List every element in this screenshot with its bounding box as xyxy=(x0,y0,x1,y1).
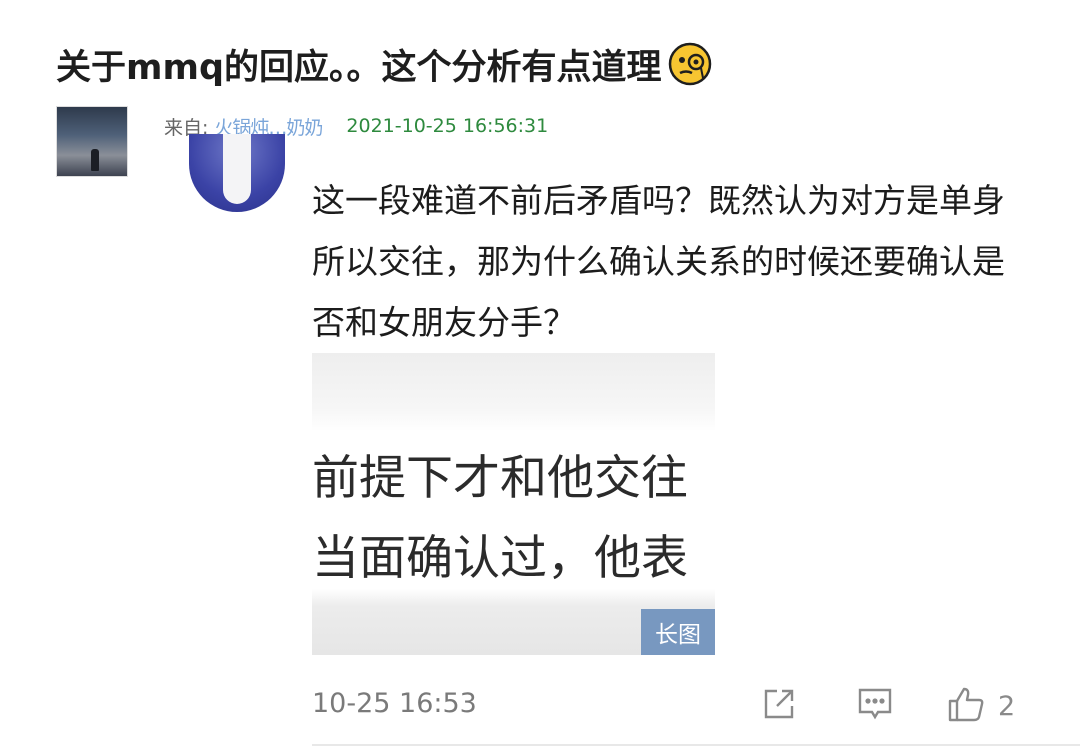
group-avatar[interactable] xyxy=(56,106,128,177)
reply-button[interactable] xyxy=(856,684,894,728)
source-timestamp: 2021-10-25 16:56:31 xyxy=(346,115,549,137)
thumbs-up-icon xyxy=(946,684,986,728)
like-button[interactable]: 2 xyxy=(946,684,1015,728)
long-image-badge: 长图 xyxy=(641,609,715,655)
comment-icon xyxy=(856,685,894,727)
thinking-monocle-face-icon xyxy=(668,42,712,86)
like-count: 2 xyxy=(998,690,1016,722)
image-text-line-2: 当面确认过，他表 xyxy=(312,531,688,586)
image-text-line-1: 前提下才和他交往 xyxy=(312,451,688,506)
user-avatar[interactable] xyxy=(189,134,285,212)
comment-image[interactable]: 前提下才和他交往 当面确认过，他表 长图 xyxy=(312,353,715,655)
post-title-text: 关于mmq的回应。。这个分析有点道理 xyxy=(56,47,662,88)
post-title: 关于mmq的回应。。这个分析有点道理 xyxy=(56,36,712,92)
comment-text: 这一段难道不前后矛盾吗？既然认为对方是单身所以交往，那为什么确认关系的时候还要确… xyxy=(312,181,1005,342)
comment-time: 10-25 16:53 xyxy=(312,688,477,719)
share-button[interactable] xyxy=(760,684,798,728)
share-icon xyxy=(760,685,798,727)
avatar-figure xyxy=(91,149,99,171)
divider xyxy=(312,744,1080,746)
avatar-figure xyxy=(223,134,251,204)
